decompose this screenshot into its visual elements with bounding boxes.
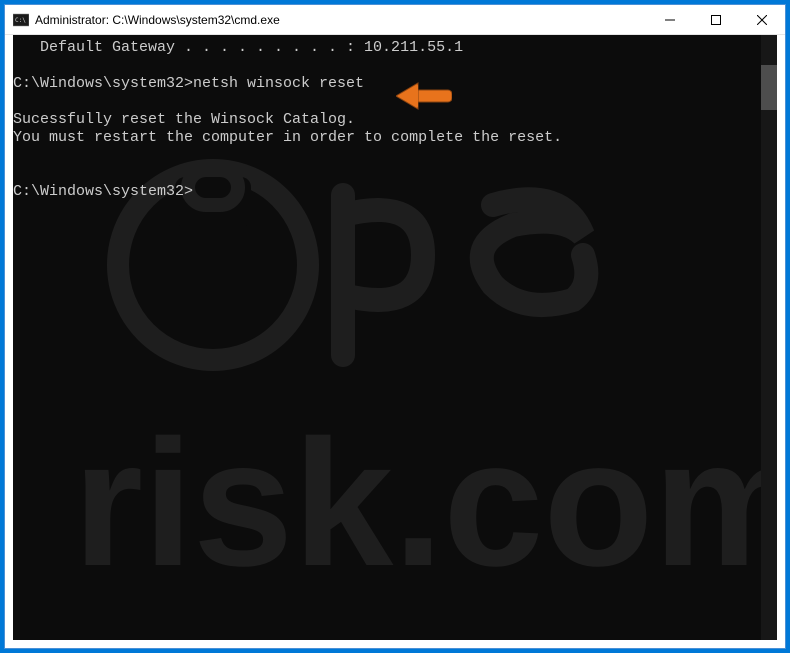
entered-command: netsh winsock reset [193, 75, 364, 92]
output-line: Sucessfully reset the Winsock Catalog. [13, 111, 355, 128]
prompt-path: C:\Windows\system32> [13, 75, 193, 92]
scrollbar-track[interactable] [761, 35, 777, 640]
svg-text:C:\: C:\ [15, 17, 26, 24]
scrollbar-thumb[interactable] [761, 65, 777, 110]
cmd-window: C:\ Administrator: C:\Windows\system32\c… [4, 4, 786, 649]
window-title: Administrator: C:\Windows\system32\cmd.e… [35, 13, 647, 27]
close-button[interactable] [739, 5, 785, 34]
terminal-output: Default Gateway . . . . . . . . . : 10.2… [13, 35, 761, 640]
output-line: Default Gateway . . . . . . . . . : 10.2… [13, 39, 463, 56]
maximize-button[interactable] [693, 5, 739, 34]
minimize-button[interactable] [647, 5, 693, 34]
terminal[interactable]: risk.com Default Gateway . . . . . . . .… [13, 35, 777, 640]
cmd-icon: C:\ [13, 12, 29, 28]
output-line: You must restart the computer in order t… [13, 129, 562, 146]
window-controls [647, 5, 785, 34]
titlebar[interactable]: C:\ Administrator: C:\Windows\system32\c… [5, 5, 785, 35]
prompt-path: C:\Windows\system32> [13, 183, 193, 200]
